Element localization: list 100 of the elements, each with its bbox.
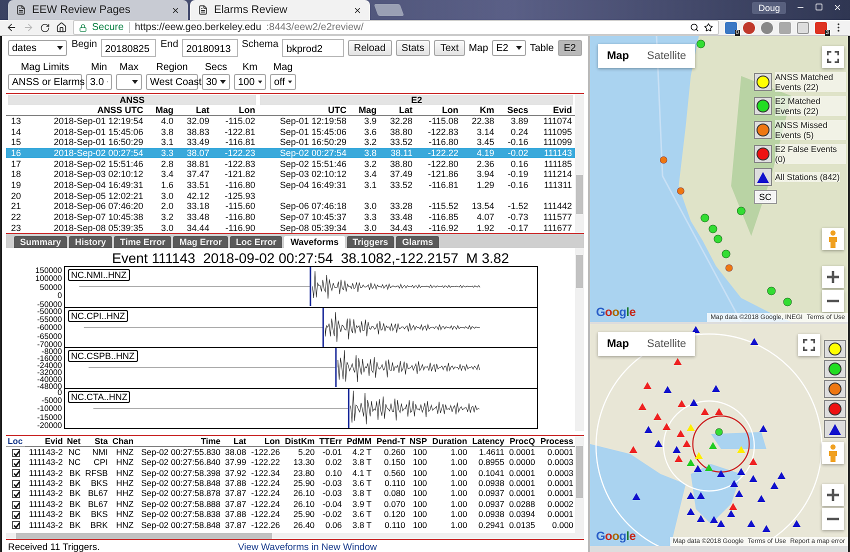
filter-select[interactable]: 3.0 <box>86 74 112 90</box>
station-marker-icon[interactable] <box>747 520 756 527</box>
event-row[interactable]: 18 2018-Sep-03 02:10:12 3.4 37.47 -121.82 Sep-03 02:10:12 3.4 37.49 -121.86 3.94 -0.19 111214 <box>6 168 575 180</box>
browser-tab[interactable]: EEW Review Pages <box>8 0 188 20</box>
schema-field[interactable]: bkprod2 <box>282 39 344 57</box>
table-toggle-button[interactable]: E2 <box>558 40 582 56</box>
station-marker-icon[interactable] <box>762 525 770 532</box>
event-marker-icon[interactable] <box>708 224 718 234</box>
region-button[interactable]: SC <box>754 190 777 204</box>
event-marker-icon[interactable] <box>722 250 730 258</box>
scrollbar-thumb[interactable] <box>16 533 272 539</box>
scrollbar-thumb[interactable] <box>576 174 583 214</box>
legend-toggle-button[interactable] <box>824 380 846 398</box>
station-marker-icon[interactable] <box>710 516 718 523</box>
event-marker-icon[interactable] <box>714 234 722 244</box>
zoom-in-button[interactable] <box>822 484 844 506</box>
event-row[interactable]: 13 2018-Sep-01 12:19:54 4.0 32.09 -115.02 Sep-01 12:19:58 3.9 32.28 -115.08 22.38 3.89 111074 <box>6 116 575 126</box>
station-marker-icon[interactable] <box>682 440 691 447</box>
station-marker-icon[interactable] <box>686 508 695 515</box>
station-marker-icon[interactable] <box>674 455 683 462</box>
toolbar-button[interactable]: Stats <box>396 40 430 56</box>
station-marker-icon[interactable] <box>737 468 746 475</box>
station-marker-icon[interactable] <box>690 399 698 406</box>
checkbox[interactable] <box>12 500 20 508</box>
station-marker-icon[interactable] <box>708 442 717 449</box>
station-marker-icon[interactable] <box>644 426 652 433</box>
filter-select[interactable]: 30 <box>202 74 230 90</box>
station-marker-icon[interactable] <box>730 480 738 487</box>
station-marker-icon[interactable] <box>712 385 720 392</box>
station-marker-icon[interactable] <box>714 408 724 415</box>
map-type-tab[interactable]: Satellite <box>638 44 696 68</box>
station-marker-icon[interactable] <box>676 430 685 437</box>
event-marker-icon[interactable] <box>725 264 733 272</box>
back-icon[interactable] <box>6 22 17 33</box>
view-tab[interactable]: Loc Error <box>230 236 282 248</box>
map-type-tab[interactable]: Satellite <box>638 332 696 356</box>
scrollbar[interactable] <box>575 94 584 233</box>
filter-select[interactable]: ANSS or Elarms <box>8 74 82 90</box>
event-marker-icon[interactable] <box>696 40 706 48</box>
star-icon[interactable] <box>704 23 713 32</box>
map-type-tab[interactable]: Map <box>598 44 638 68</box>
station-marker-icon[interactable] <box>674 358 682 365</box>
station-marker-icon[interactable] <box>629 446 638 453</box>
station-marker-icon[interactable] <box>704 464 713 471</box>
mode-select[interactable]: dates <box>8 40 68 56</box>
station-marker-icon[interactable] <box>735 490 744 497</box>
filter-select[interactable]: off <box>270 74 296 90</box>
station-marker-icon[interactable] <box>749 475 758 482</box>
scrollbar-thumb[interactable] <box>576 255 583 288</box>
event-row[interactable]: 14 2018-Sep-01 15:45:06 3.8 38.83 -122.81 Sep-01 15:45:06 3.6 38.80 -122.83 3.14 0.24 111095 <box>6 126 575 137</box>
toolbar-button[interactable]: Text <box>434 40 465 56</box>
event-row[interactable]: 20 2018-Sep-05 12:02:21 3.0 42.12 -125.93 <box>6 190 575 201</box>
view-tab[interactable]: Waveforms <box>284 236 345 248</box>
scrollbar-thumb[interactable] <box>576 446 583 498</box>
station-marker-icon[interactable] <box>696 515 705 522</box>
station-marker-icon[interactable] <box>694 452 703 459</box>
event-marker-icon[interactable] <box>736 206 746 216</box>
legend-toggle-button[interactable] <box>824 420 846 438</box>
new-tab-button[interactable] <box>374 4 404 16</box>
station-marker-icon[interactable] <box>632 493 640 500</box>
checkbox[interactable] <box>12 521 20 530</box>
scrollbar[interactable] <box>6 533 575 539</box>
reload-icon[interactable] <box>40 22 50 32</box>
extension-icon[interactable] <box>797 22 809 34</box>
map-type-tab[interactable]: Map <box>598 332 638 356</box>
extension-icon[interactable] <box>743 22 755 34</box>
event-row[interactable]: 23 2018-Sep-08 05:39:35 3.0 34.44 -116.90 Sep-08 05:39:34 3.0 34.43 -116.92 1.92 -0.17 111677 <box>6 222 575 233</box>
station-marker-icon[interactable] <box>727 510 736 517</box>
event-row[interactable]: 21 2018-Sep-06 07:46:20 2.0 33.18 -115.60 Sep-06 07:46:18 3.0 33.28 -115.52 13.54 -1.52 111442 <box>6 200 575 212</box>
station-marker-icon[interactable] <box>770 482 778 489</box>
zoom-out-button[interactable] <box>822 290 844 312</box>
scrollbar[interactable] <box>575 436 584 539</box>
station-marker-icon[interactable] <box>696 492 705 499</box>
station-marker-icon[interactable] <box>654 413 662 420</box>
zoom-out-button[interactable] <box>822 508 844 530</box>
event-marker-icon[interactable] <box>767 286 776 296</box>
filter-select[interactable]: 100 <box>234 74 266 90</box>
station-marker-icon[interactable] <box>750 338 758 345</box>
event-row[interactable]: 22 2018-Sep-07 10:45:38 3.2 33.48 -116.80 Sep-07 10:45:37 3.3 33.48 -116.85 4.07 -0.73 111577 <box>6 212 575 222</box>
maximize-icon[interactable] <box>815 3 823 11</box>
station-marker-icon[interactable] <box>716 470 726 477</box>
view-tab[interactable]: Triggers <box>346 236 394 248</box>
event-marker-icon[interactable] <box>677 187 684 195</box>
legend-toggle-button[interactable] <box>824 400 846 418</box>
legend-toggle-button[interactable] <box>754 168 772 186</box>
station-marker-icon[interactable] <box>654 440 663 447</box>
station-marker-icon[interactable] <box>638 403 646 410</box>
fullscreen-button[interactable] <box>822 46 844 68</box>
toolbar-button[interactable]: Reload <box>348 40 392 56</box>
home-icon[interactable] <box>56 22 67 33</box>
checkbox[interactable] <box>12 480 20 488</box>
station-marker-icon[interactable] <box>686 459 695 466</box>
checkbox[interactable] <box>12 469 20 478</box>
legend-toggle-button[interactable] <box>824 360 846 378</box>
fullscreen-button[interactable] <box>798 334 820 356</box>
extension-icon[interactable] <box>761 22 773 34</box>
begin-field[interactable]: 20180825 <box>101 39 156 57</box>
checkbox[interactable] <box>12 510 20 519</box>
station-marker-icon[interactable] <box>729 503 738 510</box>
station-marker-icon[interactable] <box>777 472 786 479</box>
